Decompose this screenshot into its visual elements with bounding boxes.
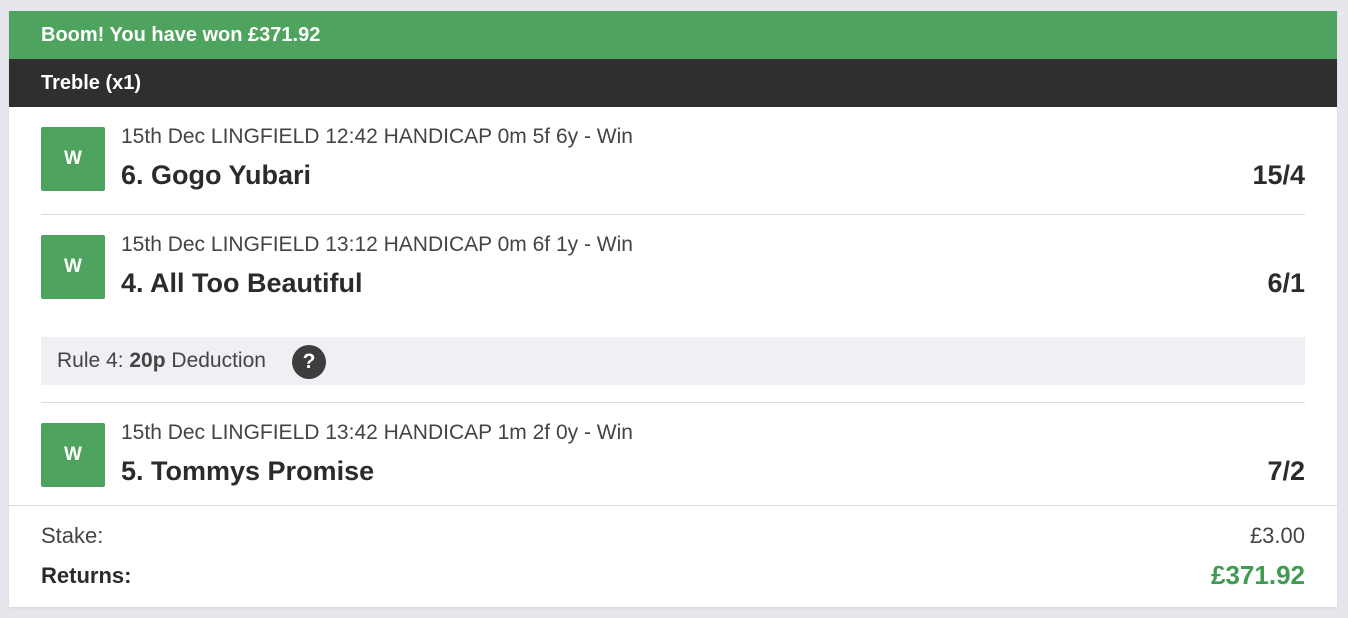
returns-label: Returns: xyxy=(41,563,132,588)
selection-leg: W 15th Dec LINGFIELD 12:42 HANDICAP 0m 5… xyxy=(41,107,1305,215)
runner-name: 5. Tommys Promise xyxy=(121,456,375,486)
bet-summary: Stake: £3.00 Returns: £371.92 xyxy=(9,505,1337,608)
stake-label: Stake: xyxy=(41,523,104,548)
odds: 7/2 xyxy=(1267,456,1305,486)
stake-value: £3.00 xyxy=(1249,523,1305,548)
selection-leg: W 15th Dec LINGFIELD 13:12 HANDICAP 0m 6… xyxy=(41,215,1305,337)
runner-name: 6. Gogo Yubari xyxy=(121,160,312,190)
divider xyxy=(41,385,1305,403)
win-result-badge: W xyxy=(41,127,105,191)
race-details: 15th Dec LINGFIELD 13:42 HANDICAP 1m 2f … xyxy=(121,421,633,444)
bet-type-header: Treble (x1) xyxy=(9,59,1337,107)
rule4-text: Rule 4: 20p Deduction xyxy=(57,349,266,373)
returns-value: £371.92 xyxy=(1211,560,1305,590)
stake-row: Stake: £3.00 xyxy=(41,523,1305,553)
rule4-deduction-notice: Rule 4: 20p Deduction ? xyxy=(41,337,1305,385)
race-details: 15th Dec LINGFIELD 13:12 HANDICAP 0m 6f … xyxy=(121,233,633,256)
odds: 6/1 xyxy=(1267,268,1305,298)
returns-row: Returns: £371.92 xyxy=(41,560,1305,593)
win-result-badge: W xyxy=(41,235,105,299)
odds: 15/4 xyxy=(1252,160,1305,190)
win-result-badge: W xyxy=(41,423,105,487)
selection-leg: W 15th Dec LINGFIELD 13:42 HANDICAP 1m 2… xyxy=(41,403,1305,508)
rule4-suffix: Deduction xyxy=(165,349,266,372)
rule4-prefix: Rule 4: xyxy=(57,349,130,372)
runner-name: 4. All Too Beautiful xyxy=(121,268,363,298)
bet-receipt-card: Boom! You have won £371.92 Treble (x1) W… xyxy=(9,11,1337,607)
help-icon[interactable]: ? xyxy=(292,345,326,379)
rule4-amount: 20p xyxy=(129,349,166,372)
win-banner: Boom! You have won £371.92 xyxy=(9,11,1337,59)
race-details: 15th Dec LINGFIELD 12:42 HANDICAP 0m 5f … xyxy=(121,125,633,148)
